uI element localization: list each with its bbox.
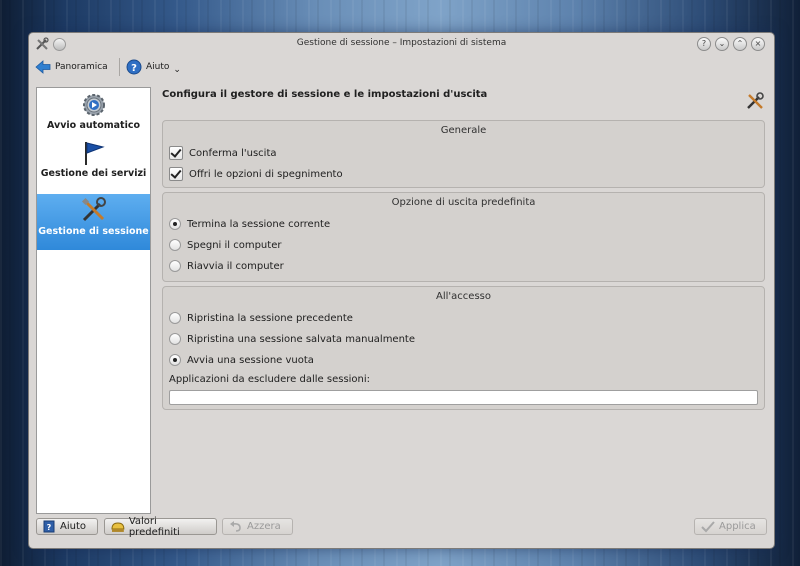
radio-label: Ripristina una sessione salvata manualme… [187,333,415,345]
apply-button[interactable]: Applica [694,518,767,535]
default-exit-group: Opzione di uscita predefinita Termina la… [162,192,765,282]
radio-selected-icon [169,354,181,366]
radio-end-session[interactable]: Termina la sessione corrente [169,218,330,230]
general-group: Generale Conferma l'uscita Offri le opzi… [162,120,765,188]
close-button[interactable]: × [751,37,765,51]
confirm-logout-checkbox[interactable]: Conferma l'uscita [169,146,277,160]
window-title: Gestione di sessione – Impostazioni di s… [296,38,507,48]
on-login-group: All'accesso Ripristina la sessione prece… [162,286,765,410]
radio-empty-icon [169,260,181,272]
offer-shutdown-label: Offri le opzioni di spegnimento [189,168,343,180]
radio-label: Termina la sessione corrente [187,218,331,230]
radio-empty-session[interactable]: Avvia una sessione vuota [169,354,314,366]
radio-restart[interactable]: Riavvia il computer [169,260,284,272]
confirm-logout-label: Conferma l'uscita [189,147,277,159]
checkbox-checked-icon [169,146,183,160]
help-window-button[interactable]: ? [697,37,711,51]
svg-text:?: ? [47,523,52,532]
radio-restore-previous[interactable]: Ripristina la sessione precedente [169,312,353,324]
reset-button[interactable]: Azzera [222,518,293,535]
defaults-icon [111,522,125,532]
radio-label: Spegni il computer [187,239,282,251]
tools-icon [81,197,106,222]
sidebar-item-label: Gestione di sessione [38,226,149,237]
chevron-down-icon: ⌄ [173,65,181,75]
sidebar-item-autostart[interactable]: Avvio automatico [37,92,150,138]
page-title: Configura il gestore di sessione e le im… [162,89,488,100]
exclude-apps-label: Applicazioni da escludere dalle sessioni… [169,374,371,385]
title-bar[interactable]: Gestione di sessione – Impostazioni di s… [29,33,774,55]
radio-empty-icon [169,239,181,251]
checkmark-icon [701,520,715,532]
svg-text:?: ? [131,63,137,74]
settings-window: Gestione di sessione – Impostazioni di s… [28,32,775,549]
defaults-button-label: Valori predefiniti [128,515,180,538]
offer-shutdown-checkbox[interactable]: Offri le opzioni di spegnimento [169,167,343,181]
help-book-icon: ? [43,520,55,533]
reset-button-label: Azzera [247,521,281,532]
gear-icon [82,94,105,116]
radio-label: Ripristina la sessione precedente [187,312,353,324]
help-button-label: Aiuto [60,521,86,532]
help-menu-button[interactable]: ? Aiuto ⌄ [126,58,181,76]
toolbar: Panoramica ? Aiuto ⌄ [29,55,774,79]
radio-shutdown[interactable]: Spegni il computer [169,239,281,251]
overview-button[interactable]: Panoramica [35,58,108,76]
exclude-apps-input[interactable] [169,390,758,405]
toolbar-separator [119,58,120,76]
overview-label: Panoramica [55,62,108,72]
back-arrow-icon [35,60,51,74]
help-menu-label: Aiuto [146,62,170,72]
help-icon: ? [126,59,142,75]
sidebar-item-label: Avvio automatico [47,120,140,131]
radio-restore-manual[interactable]: Ripristina una sessione salvata manualme… [169,333,415,345]
minimize-button[interactable]: ⌄ [715,37,729,51]
help-button[interactable]: ? Aiuto [36,518,98,535]
defaults-button[interactable]: Valori predefiniti [104,515,217,538]
apply-button-label: Applica [719,521,756,532]
radio-label: Avvia una sessione vuota [187,354,314,366]
group-title: All'accesso [436,291,491,302]
button-bar: ? Aiuto Valori predefiniti Azzera Applic… [29,515,774,544]
radio-selected-icon [169,218,181,230]
tools-icon [747,92,764,109]
sidebar-item-session[interactable]: Gestione di sessione [37,194,150,250]
group-title: Opzione di uscita predefinita [391,197,536,208]
undo-icon [230,520,241,532]
radio-label: Riavvia il computer [187,260,284,272]
flag-icon [84,142,105,165]
sidebar-item-label: Gestione dei servizi [40,168,147,179]
group-title: Generale [440,125,487,136]
sidebar-item-services[interactable]: Gestione dei servizi [37,140,150,192]
radio-empty-icon [169,312,181,324]
radio-empty-icon [169,333,181,345]
category-sidebar: Avvio automatico Gestione dei servizi Ge… [36,87,151,514]
maximize-button[interactable]: ⌃ [733,37,747,51]
checkbox-checked-icon [169,167,183,181]
